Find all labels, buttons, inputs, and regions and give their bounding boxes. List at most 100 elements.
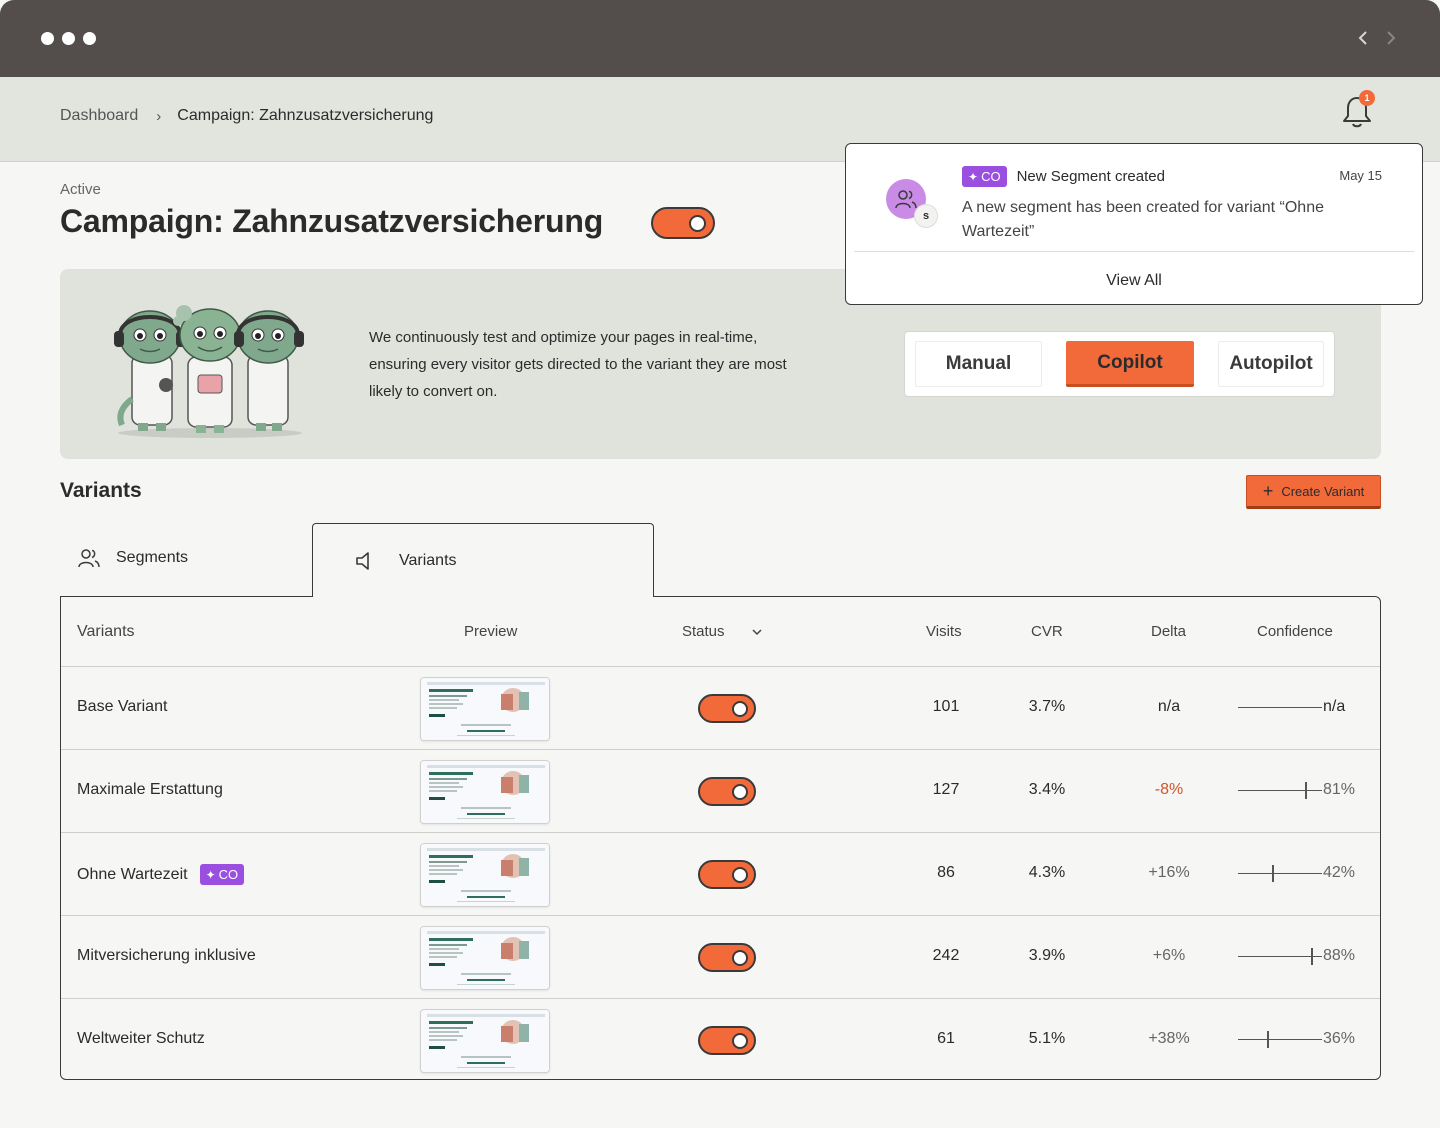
variant-preview-thumbnail[interactable] — [420, 843, 550, 907]
confidence-marker — [1272, 865, 1274, 882]
cvr-value: 3.9% — [1028, 947, 1066, 964]
toggle-knob — [732, 867, 748, 883]
table-row[interactable]: Mitversicherung inklusive 242 3.9% +6% 8… — [61, 916, 1380, 999]
table-row[interactable]: Maximale Erstattung 127 3.4% -8% 81% — [61, 750, 1380, 833]
chevron-right-icon[interactable] — [1384, 28, 1398, 48]
header-delta[interactable]: Delta — [1151, 623, 1186, 640]
variant-preview-thumbnail[interactable] — [420, 760, 550, 824]
confidence-marker — [1305, 782, 1307, 799]
delta-value: +6% — [1152, 947, 1186, 964]
visits-value: 86 — [937, 864, 955, 881]
sparkle-icon: ✦ — [968, 169, 979, 184]
copilot-badge-label: CO — [218, 867, 239, 882]
table-row[interactable]: Weltweiter Schutz 61 5.1% +38% 36% — [61, 999, 1380, 1079]
window-dot-icon[interactable] — [41, 32, 54, 45]
variant-name[interactable]: Maximale Erstattung — [77, 781, 223, 799]
variants-section-title: Variants — [60, 479, 142, 502]
confidence-value: 42% — [1323, 864, 1356, 881]
table-row[interactable]: Base Variant 101 3.7% n/a n/a — [61, 667, 1380, 750]
confidence-value: 36% — [1323, 1030, 1356, 1047]
cvr-value: 5.1% — [1028, 1030, 1066, 1047]
cvr-value: 3.7% — [1028, 698, 1066, 715]
notification-body: A new segment has been created for varia… — [962, 199, 1324, 240]
variant-status-toggle[interactable] — [698, 1026, 756, 1055]
page-preview-image — [421, 761, 549, 823]
variant-preview-thumbnail[interactable] — [420, 1009, 550, 1073]
table-row[interactable]: Ohne Wartezeit ✦ CO 86 4.3% +16% 42% — [61, 833, 1380, 916]
mode-manual-button[interactable]: Manual — [915, 341, 1042, 387]
variant-name[interactable]: Ohne Wartezeit — [77, 866, 188, 884]
users-icon — [895, 190, 917, 209]
toggle-knob — [689, 215, 706, 232]
notification-header: ✦ CO New Segment created — [962, 166, 1165, 187]
confidence-value: 88% — [1323, 947, 1356, 964]
chevron-down-icon[interactable] — [751, 627, 763, 637]
delta-value: n/a — [1157, 698, 1181, 715]
confidence-track — [1238, 707, 1322, 708]
confidence-track — [1238, 790, 1322, 791]
confidence-indicator: 36% — [1238, 1027, 1368, 1053]
tab-segments-label: Segments — [116, 549, 189, 566]
breadcrumb-current: Campaign: Zahnzusatzversicherung — [177, 107, 434, 124]
confidence-indicator: n/a — [1238, 695, 1368, 721]
variant-name-cell: Weltweiter Schutz — [77, 1030, 205, 1048]
variant-name[interactable]: Base Variant — [77, 698, 167, 716]
notification-popover: s ✦ CO New Segment created May 15 A new s… — [845, 143, 1423, 305]
tab-variants[interactable]: Variants — [312, 523, 654, 597]
breadcrumb: Dashboard › Campaign: Zahnzusatzversiche… — [60, 107, 433, 125]
copilot-badge: ✦ CO — [199, 864, 245, 885]
header-status[interactable]: Status — [682, 623, 725, 640]
page-preview-image — [421, 927, 549, 989]
variant-name[interactable]: Weltweiter Schutz — [77, 1030, 205, 1048]
header-cvr[interactable]: CVR — [1031, 623, 1063, 640]
toggle-knob — [732, 701, 748, 717]
mode-copilot-button[interactable]: Copilot — [1066, 341, 1194, 387]
confidence-value: n/a — [1323, 698, 1346, 715]
delta-value: +16% — [1148, 864, 1190, 881]
window-dot-icon[interactable] — [62, 32, 75, 45]
confidence-track — [1238, 1039, 1322, 1040]
page-preview-image — [421, 844, 549, 906]
breadcrumb-separator: › — [156, 107, 162, 125]
mode-autopilot-button[interactable]: Autopilot — [1218, 341, 1324, 387]
window-titlebar — [0, 0, 1440, 77]
toggle-knob — [732, 784, 748, 800]
variant-preview-thumbnail[interactable] — [420, 677, 550, 741]
megaphone-icon — [356, 551, 369, 570]
confidence-indicator: 81% — [1238, 778, 1368, 804]
variant-preview-thumbnail[interactable] — [420, 926, 550, 990]
variant-status-toggle[interactable] — [698, 694, 756, 723]
variant-status-toggle[interactable] — [698, 777, 756, 806]
variants-table: Variants Preview Status Visits CVR Delta… — [60, 596, 1381, 1080]
notification-count-badge: 1 — [1359, 90, 1375, 106]
visits-value: 127 — [932, 781, 960, 798]
variant-name-cell: Base Variant — [77, 698, 167, 716]
chevron-left-icon[interactable] — [1356, 28, 1370, 48]
variant-status-toggle[interactable] — [698, 860, 756, 889]
variant-name[interactable]: Mitversicherung inklusive — [77, 947, 256, 965]
plus-icon: + — [1262, 481, 1274, 501]
breadcrumb-dashboard[interactable]: Dashboard — [60, 107, 138, 125]
hero-description: We continuously test and optimize your p… — [369, 329, 787, 400]
window-dot-icon[interactable] — [83, 32, 96, 45]
variant-name-cell: Maximale Erstattung — [77, 781, 223, 799]
notification-title: New Segment created — [1016, 168, 1165, 185]
cvr-value: 3.4% — [1028, 781, 1066, 798]
header-confidence[interactable]: Confidence — [1257, 623, 1333, 640]
mascots-illustration — [114, 305, 304, 438]
header-visits[interactable]: Visits — [926, 623, 962, 640]
confidence-value: 81% — [1323, 781, 1356, 798]
confidence-track — [1238, 873, 1322, 874]
tab-segments[interactable]: Segments — [78, 547, 188, 569]
create-variant-button[interactable]: + Create Variant — [1246, 475, 1381, 509]
delta-value: -8% — [1154, 781, 1184, 798]
toggle-knob — [732, 1033, 748, 1049]
visits-value: 61 — [937, 1030, 955, 1047]
history-nav — [1356, 28, 1398, 48]
view-all-link[interactable]: View All — [846, 272, 1422, 290]
header-variants[interactable]: Variants — [77, 623, 135, 641]
variant-status-toggle[interactable] — [698, 943, 756, 972]
divider — [854, 251, 1414, 252]
campaign-active-toggle[interactable] — [651, 207, 715, 239]
confidence-track — [1238, 956, 1322, 957]
